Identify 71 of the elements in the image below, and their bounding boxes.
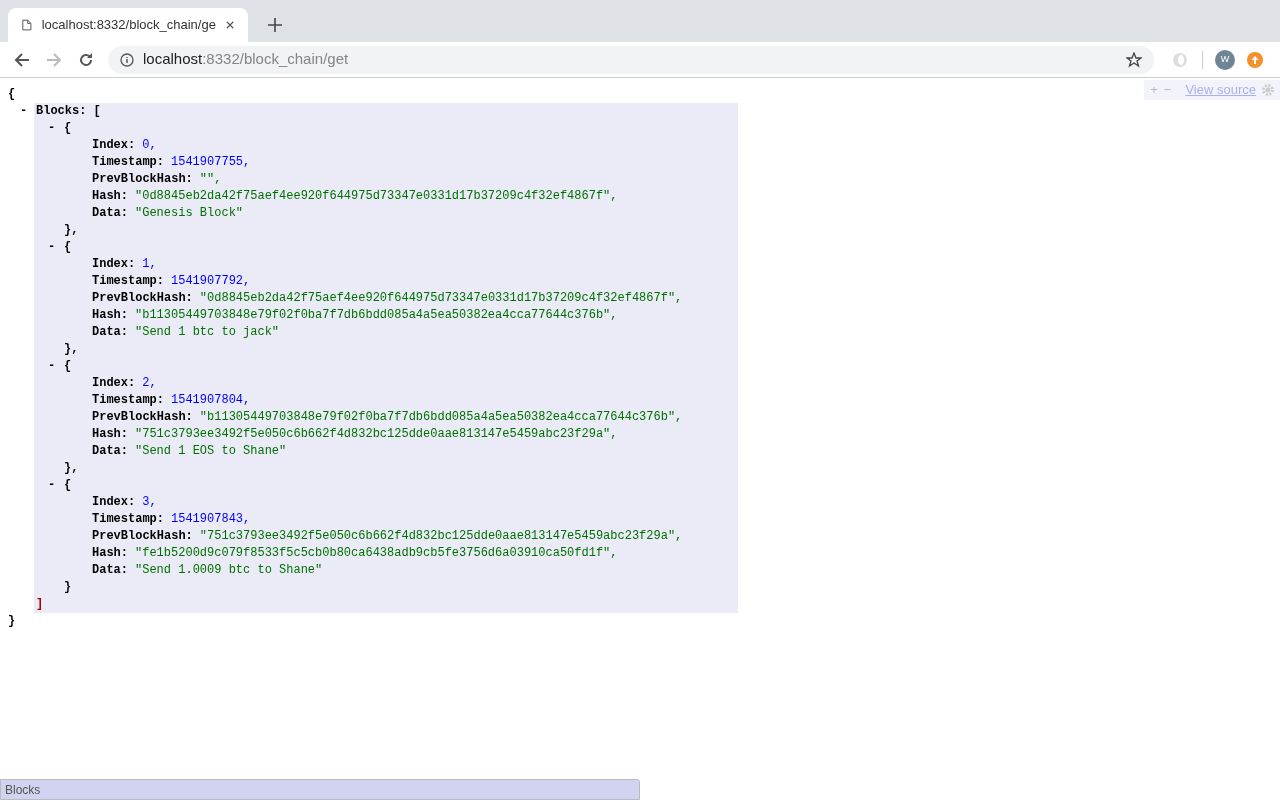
brace: },: [64, 222, 79, 239]
browser-tab[interactable]: localhost:8332/block_chain/ge: [8, 8, 248, 42]
brace: }: [8, 613, 16, 630]
json-key: Timestamp:: [92, 154, 164, 171]
json-value: 1,: [142, 256, 157, 273]
new-tab-icon[interactable]: [268, 18, 282, 32]
address-bar[interactable]: localhost:8332/block_chain/get: [108, 45, 1154, 74]
document-icon: [22, 18, 32, 32]
json-value: 1541907843,: [171, 511, 251, 528]
bracket: [: [93, 103, 101, 120]
json-value: "0d8845eb2da42f75aef4ee920f644975d73347e0331d17b37209c4f32ef4867f",: [199, 290, 683, 307]
json-key: Data:: [92, 443, 128, 460]
star-icon[interactable]: [1126, 51, 1142, 68]
collapse-toggle[interactable]: -: [48, 358, 64, 375]
json-key: Data:: [92, 562, 128, 579]
collapse-toggle[interactable]: -: [48, 239, 64, 256]
json-value: "Genesis Block": [135, 205, 244, 222]
collapse-toggle[interactable]: -: [48, 120, 64, 137]
back-icon[interactable]: [14, 52, 30, 67]
json-value: "Send 1 btc to jack": [135, 324, 280, 341]
json-key: Index:: [92, 494, 136, 511]
brace: }: [64, 579, 72, 596]
json-value: "0d8845eb2da42f75aef4ee920f644975d73347e0331d17b37209c4f32ef4867f",: [135, 188, 618, 205]
bracket: ]: [36, 596, 44, 613]
json-key: Index:: [92, 137, 136, 154]
json-value: "Send 1.0009 btc to Shane": [135, 562, 323, 579]
brace: {: [8, 86, 16, 103]
json-key: Timestamp:: [92, 392, 164, 409]
brace: {: [64, 239, 72, 256]
json-key: Timestamp:: [92, 511, 164, 528]
json-value: "b11305449703848e79f02f0ba7f7db6bdd085a4a5ea50382ea4cca77644c376b",: [199, 409, 683, 426]
brace: {: [64, 477, 72, 494]
brace: {: [64, 120, 72, 137]
reload-icon[interactable]: [78, 51, 94, 68]
info-icon: [120, 52, 134, 67]
json-key: Hash:: [92, 188, 128, 205]
json-key: PrevBlockHash:: [92, 290, 193, 307]
json-key: PrevBlockHash:: [92, 409, 193, 426]
brace: },: [64, 341, 79, 358]
json-value: "b11305449703848e79f02f0ba7f7db6bdd085a4a5ea50382ea4cca77644c376b",: [135, 307, 618, 324]
json-key: Hash:: [92, 426, 128, 443]
json-key: PrevBlockHash:: [92, 171, 193, 188]
json-value: "Send 1 EOS to Shane": [135, 443, 287, 460]
collapse-toggle[interactable]: -: [20, 103, 36, 120]
url-text: localhost:8332/block_chain/get: [143, 49, 349, 70]
json-value: "751c3793ee3492f5e050c6b662f4d832bc125dde0aae813147e5459abc23f29a",: [199, 528, 683, 545]
json-key: Index:: [92, 375, 136, 392]
brace: },: [64, 460, 79, 477]
json-key: Index:: [92, 256, 136, 273]
json-value: 2,: [142, 375, 157, 392]
json-value: 0,: [142, 137, 157, 154]
json-value: "751c3793ee3492f5e050c6b662f4d832bc125dde0aae813147e5459abc23f29a",: [135, 426, 618, 443]
json-value: 1541907792,: [171, 273, 251, 290]
json-key: Timestamp:: [92, 273, 164, 290]
json-key: PrevBlockHash:: [92, 528, 193, 545]
json-value: 1541907755,: [171, 154, 251, 171]
json-value: 1541907804,: [171, 392, 251, 409]
json-key: Data:: [92, 324, 128, 341]
json-value: "fe1b5200d9c079f8533f5c5cb0b80ca6438adb9cb5fe3756d6a03910ca50fd1f",: [135, 545, 618, 562]
json-value: "",: [199, 171, 222, 188]
json-key: Hash:: [92, 307, 128, 324]
json-key: Hash:: [92, 545, 128, 562]
json-key: Blocks:: [36, 103, 87, 120]
collapse-toggle[interactable]: -: [48, 477, 64, 494]
status-bar: Blocks: [0, 779, 640, 800]
profile-avatar[interactable]: W: [1215, 49, 1235, 70]
json-key: Data:: [92, 205, 128, 222]
json-value: 3,: [142, 494, 157, 511]
tab-title: localhost:8332/block_chain/ge: [41, 16, 216, 35]
brace: {: [64, 358, 72, 375]
close-icon[interactable]: [225, 20, 234, 30]
